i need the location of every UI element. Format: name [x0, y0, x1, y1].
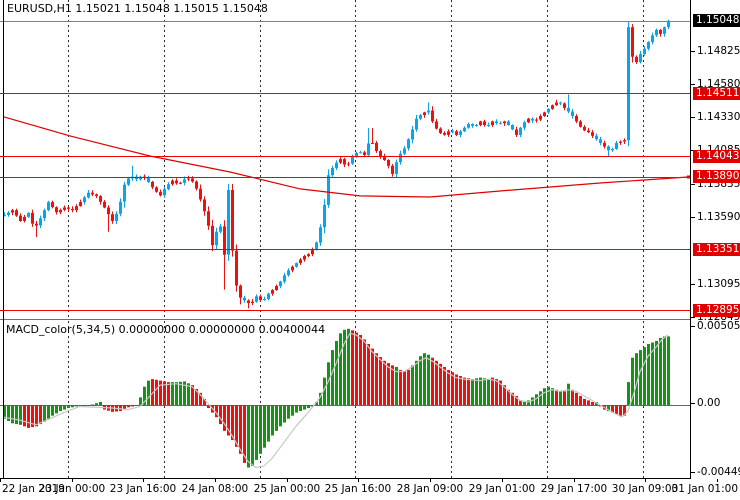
chart-left-frame [3, 0, 4, 478]
level-price-badge: 1.14511 [693, 86, 740, 100]
macd-indicator-label: MACD_color(5,34,5) 0.00000000 0.00000000… [6, 323, 326, 336]
time-tick-mark [717, 479, 718, 482]
time-axis-label: 23 Jan 16:00 [109, 483, 177, 495]
price-chart-pane[interactable] [0, 0, 691, 319]
time-axis-label: 25 Jan 16:00 [324, 483, 392, 495]
macd-tick-label: -0.004499 [697, 465, 740, 478]
candles-group [3, 19, 670, 309]
time-tick-mark [358, 479, 359, 482]
level-price-badge: 1.13890 [693, 170, 740, 184]
time-axis-label: 24 Jan 08:00 [181, 483, 249, 495]
scale-tick-mark [691, 117, 695, 118]
level-price-badge: 1.14043 [693, 149, 740, 163]
price-scale[interactable]: 1.148251.145801.143301.140851.138351.135… [690, 0, 740, 479]
scale-tick-mark [691, 84, 695, 85]
time-axis[interactable]: 22 Jan 2019 23 Jan 00:00 23 Jan 16:00 24 Ja… [0, 479, 740, 500]
macd-tick-label: 0.0050553 [697, 319, 740, 332]
time-tick-mark [502, 479, 503, 482]
current-price-badge: 1.15048 [693, 14, 740, 28]
time-axis-label: 29 Jan 01:00 [468, 483, 536, 495]
level-price-badge: 1.13351 [693, 242, 740, 256]
time-tick-mark [143, 479, 144, 482]
scale-tick-mark [691, 284, 695, 285]
time-tick-mark [72, 479, 73, 482]
time-tick-mark [287, 479, 288, 482]
time-tick-mark [215, 479, 216, 482]
scale-tick-mark [691, 317, 695, 318]
scale-tick-mark [691, 472, 695, 473]
macd-tick-label: 0.00 [697, 397, 721, 409]
macd-indicator-pane[interactable] [0, 319, 691, 479]
time-axis-label: 23 Jan 00:00 [38, 483, 106, 495]
time-axis-label: 29 Jan 17:00 [540, 483, 608, 495]
time-axis-label: 31 Jan 01:00 [671, 483, 738, 495]
scale-tick-mark [691, 403, 695, 404]
time-tick-mark [0, 479, 1, 482]
chart-title: EURUSD,H1 1.15021 1.15048 1.15015 1.1504… [7, 2, 268, 15]
scale-tick-mark [691, 326, 695, 327]
time-tick-mark [574, 479, 575, 482]
time-axis-label: 30 Jan 09:00 [611, 483, 679, 495]
time-axis-label: 28 Jan 09:00 [396, 483, 464, 495]
price-tick-label: 1.13590 [697, 210, 740, 223]
price-chart-canvas[interactable] [0, 0, 691, 319]
time-axis-label: 25 Jan 00:00 [253, 483, 321, 495]
time-tick-mark [645, 479, 646, 482]
time-tick-mark [430, 479, 431, 482]
scale-tick-mark [691, 217, 695, 218]
price-tick-label: 1.13095 [697, 277, 740, 290]
scale-tick-mark [691, 184, 695, 185]
scale-tick-mark [691, 51, 695, 52]
level-price-badge: 1.12895 [693, 304, 740, 317]
macd-canvas[interactable] [0, 321, 691, 479]
price-tick-label: 1.14330 [697, 111, 740, 124]
mt4-chart-window: EURUSD,H1 1.15021 1.15048 1.15015 1.1504… [0, 0, 740, 500]
macd-histogram [3, 328, 670, 468]
price-tick-label: 1.14825 [697, 44, 740, 57]
